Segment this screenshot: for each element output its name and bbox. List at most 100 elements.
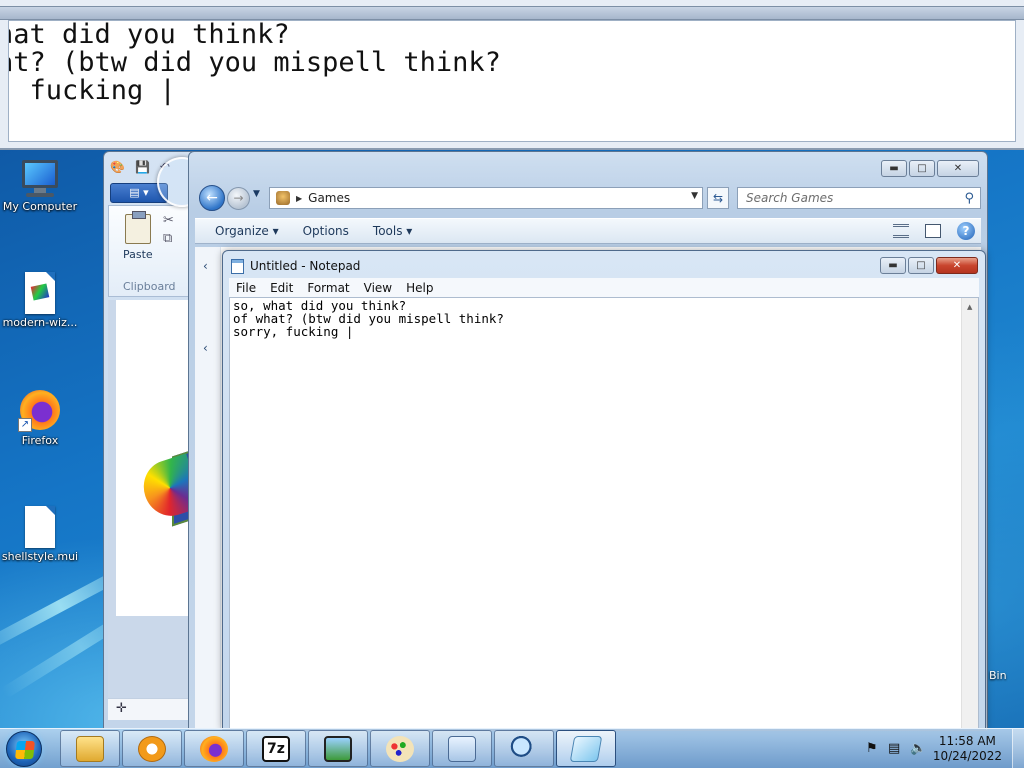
paint-status-move-icon: ✛ (108, 698, 192, 720)
paint-canvas[interactable] (116, 300, 212, 616)
windows-logo-icon (15, 741, 35, 759)
address-bar[interactable]: ▶ Games ▼ (269, 187, 703, 209)
close-button[interactable]: ✕ (937, 160, 979, 177)
vertical-scrollbar[interactable]: ▲ (961, 298, 978, 728)
maximize-button[interactable]: □ (908, 257, 934, 274)
notepad-icon (569, 735, 603, 762)
canvas-area (108, 300, 212, 718)
magnified-line: hat did you think? (8, 20, 290, 50)
search-placeholder: Search Games (746, 191, 834, 205)
notepad-icon (231, 258, 244, 274)
menu-file[interactable]: File (229, 281, 263, 295)
preview-pane-icon[interactable] (925, 224, 941, 238)
view-controls: ? (893, 222, 975, 240)
7zip-icon: 7z (262, 735, 290, 762)
control-panel-icon (448, 735, 476, 762)
navigation-bar: ← → ▼ ▶ Games ▼ ⇆ Search Games ⚲ (197, 185, 981, 211)
clipboard-group-label: Clipboard (123, 280, 176, 293)
scroll-up-icon[interactable]: ▲ (967, 303, 972, 311)
desktop-icon-modern-wiz[interactable]: modern-wiz... (0, 272, 80, 329)
cut-copy-tools[interactable]: ✂ ⧉ (163, 212, 174, 248)
help-icon[interactable]: ? (957, 222, 975, 240)
command-bar: Organize ▾ Options Tools ▾ ? (195, 218, 981, 244)
taskbar-control-panel[interactable] (432, 730, 492, 767)
file-icon (25, 506, 55, 548)
taskbar-notepad[interactable] (556, 730, 616, 767)
file-icon (25, 272, 55, 314)
taskbar-firefox[interactable] (184, 730, 244, 767)
menu-edit[interactable]: Edit (263, 281, 300, 295)
magnifier-window: hat did you think? at? (btw did you misp… (0, 0, 1024, 150)
organize-menu[interactable]: Organize ▾ (195, 224, 291, 238)
taskbar-explorer[interactable] (60, 730, 120, 767)
desktop-icon-label: modern-wiz... (2, 316, 78, 329)
change-view-icon[interactable] (893, 224, 909, 238)
desktop-icon-shellstyle[interactable]: shellstyle.mui (0, 506, 80, 563)
taskbar-paint[interactable] (370, 730, 430, 767)
show-desktop-button[interactable] (1012, 729, 1024, 768)
collapse-chevron-icon[interactable]: ‹ (203, 259, 208, 273)
maximize-button[interactable]: □ (909, 160, 935, 177)
start-button[interactable] (6, 731, 42, 767)
recycle-bin-label[interactable]: Bin (989, 669, 1007, 682)
save-icon[interactable]: 💾 (135, 160, 150, 174)
menu-view[interactable]: View (357, 281, 399, 295)
breadcrumb-games[interactable]: Games (308, 191, 350, 205)
desktop-icon-firefox[interactable]: ↗ Firefox (0, 388, 80, 447)
desktop-icon-my-computer[interactable]: My Computer (0, 160, 80, 213)
photo-viewer-icon (324, 735, 352, 762)
search-input[interactable]: Search Games ⚲ (737, 187, 981, 209)
paste-icon[interactable] (125, 211, 151, 244)
search-icon[interactable]: ⚲ (964, 189, 974, 209)
menu-format[interactable]: Format (300, 281, 356, 295)
taskbar-media-player[interactable] (122, 730, 182, 767)
firefox-icon (200, 735, 228, 762)
volume-icon[interactable]: 🔈 (910, 741, 926, 756)
notepad-window[interactable]: Untitled - Notepad ▬ □ ✕ File Edit Forma… (222, 250, 986, 730)
folder-icon (76, 735, 104, 762)
forward-arrow-icon[interactable]: → (227, 187, 250, 210)
clock-time: 11:58 AM (938, 734, 996, 748)
magnifier-icon (510, 735, 538, 762)
text-editor[interactable]: so, what did you think? of what? (btw di… (229, 297, 979, 729)
editor-content[interactable]: so, what did you think? of what? (btw di… (233, 299, 504, 338)
notepad-titlebar: Untitled - Notepad (231, 257, 360, 275)
paint-icon (386, 735, 414, 762)
window-title: Untitled - Notepad (250, 259, 361, 273)
collapse-chevron-icon[interactable]: ‹ (203, 341, 208, 355)
clock[interactable]: 11:58 AM 10/24/2022 (933, 734, 1002, 764)
system-tray: ⚑ ▤ 🔈 11:58 AM 10/24/2022 (854, 729, 1024, 768)
options-button[interactable]: Options (291, 224, 361, 238)
recent-pages-dropdown-icon[interactable]: ▼ (253, 189, 260, 199)
paint-window[interactable]: 🎨 💾 ↶ ▤ ▾ Paste Clipboard ✂ ⧉ ✛ (103, 151, 212, 729)
tools-menu[interactable]: Tools ▾ (361, 224, 424, 238)
paint-app-icon: 🎨 (110, 160, 125, 174)
refresh-icon[interactable]: ⇆ (707, 187, 729, 209)
close-button[interactable]: ✕ (936, 257, 978, 274)
games-folder-icon (276, 191, 290, 205)
window-controls: ▬ □ ✕ (880, 257, 978, 274)
magnified-view: hat did you think? at? (btw did you misp… (8, 20, 1016, 142)
ribbon-home: Paste Clipboard ✂ ⧉ (108, 205, 192, 297)
minimize-button[interactable]: ▬ (881, 160, 907, 177)
taskbar-photo-viewer[interactable] (308, 730, 368, 767)
paste-button-label[interactable]: Paste (123, 248, 153, 261)
address-dropdown-icon[interactable]: ▼ (691, 191, 698, 201)
desktop-icon-label: My Computer (2, 200, 78, 213)
firefox-icon: ↗ (18, 388, 62, 432)
minimize-button[interactable]: ▬ (880, 257, 906, 274)
media-player-icon (138, 735, 166, 762)
breadcrumb-chevron-icon[interactable]: ▶ (296, 194, 302, 203)
clock-date: 10/24/2022 (932, 749, 1002, 763)
magnified-line: at? (btw did you mispell think? (8, 47, 501, 78)
computer-icon (18, 160, 62, 198)
explorer-side-strip: ‹ ‹ (195, 247, 221, 730)
notepad-menubar: File Edit Format View Help (229, 278, 979, 297)
taskbar-7zip[interactable]: 7z (246, 730, 306, 767)
menu-help[interactable]: Help (399, 281, 440, 295)
action-center-flag-icon[interactable]: ⚑ (866, 741, 878, 756)
back-arrow-icon[interactable]: ← (199, 185, 225, 211)
magnifier-border (0, 6, 1024, 20)
taskbar-magnifier[interactable] (494, 730, 554, 767)
network-icon[interactable]: ▤ (888, 741, 900, 756)
